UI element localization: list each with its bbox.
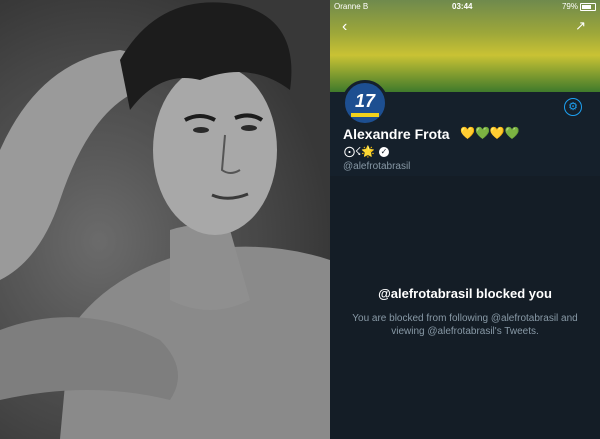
twitter-profile-screen: Oranne B 03:44 79% ‹ ↗ 17 ⚙ Alexandre Fr…: [330, 0, 600, 439]
avatar-stripe: [351, 113, 379, 117]
battery-icon: [580, 3, 596, 11]
bio-symbols: ⨀☇🌟: [344, 146, 375, 158]
blocked-title: @alefrotabrasil blocked you: [378, 286, 552, 301]
status-bar: Oranne B 03:44 79%: [330, 0, 600, 14]
profile-body: [330, 176, 600, 439]
verified-icon: ✓: [379, 147, 389, 158]
display-name: Alexandre Frota: [343, 126, 450, 142]
name-emojis: 💛💚💛💚: [460, 126, 520, 140]
back-arrow-icon[interactable]: ‹: [342, 18, 347, 36]
blocked-description: You are blocked from following @alefrota…: [352, 313, 578, 337]
avatar[interactable]: 17: [342, 80, 388, 126]
clock: 03:44: [452, 2, 473, 11]
share-icon[interactable]: ↗: [575, 18, 586, 34]
bio-line: ⨀☇🌟 ✓: [344, 145, 389, 158]
battery-percent: 79%: [561, 2, 578, 11]
portrait-illustration: [0, 0, 330, 439]
carrier-label: Oranne B: [334, 2, 369, 11]
settings-icon[interactable]: ⚙: [564, 98, 582, 116]
portrait-photo: [0, 0, 330, 439]
avatar-number: 17: [354, 91, 376, 111]
profile-banner: Oranne B 03:44 79% ‹ ↗: [330, 0, 600, 92]
profile-handle: @alefrotabrasil: [343, 161, 411, 172]
